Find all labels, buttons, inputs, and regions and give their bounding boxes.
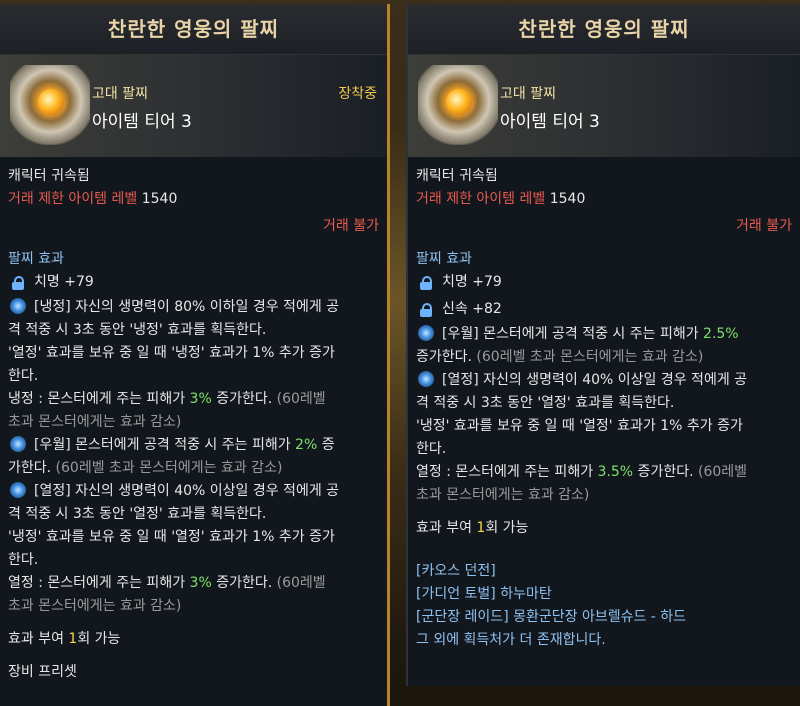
effect-icon [10, 436, 26, 452]
effects-header: 팔찌 효과 [8, 251, 64, 267]
lock-icon [420, 275, 432, 290]
item-header: 고대 팔찌 아이템 티어 3 [408, 55, 800, 157]
effect2-line5c: 증가한다. [633, 464, 698, 480]
effect1-line5a: 냉정 : 몬스터에게 주는 피해가 [8, 391, 190, 407]
effect2-line1a: [우월] 몬스터에게 공격 적중 시 주는 피해가 [34, 437, 296, 453]
effect-icon [10, 482, 26, 498]
effect1-line1: [냉정] 자신의 생명력이 80% 이하일 경우 적에게 공 [34, 299, 340, 315]
effect1-line3: '열정' 효과를 보유 중 일 때 '냉정' 효과가 1% 추가 증가 [8, 345, 335, 361]
effect1-note: (60레벨 초과 몬스터에게는 효과 감소) [476, 349, 704, 365]
effect3-line3: '냉정' 효과를 보유 중 일 때 '열정' 효과가 1% 추가 증가 [8, 529, 335, 545]
bound-text: 캐릭터 귀속됨 [8, 168, 90, 184]
effect2-line2: 격 적중 시 3초 동안 '열정' 효과를 획득한다. [416, 395, 675, 411]
grant-label: 효과 부여 [8, 631, 69, 647]
item-name: 찬란한 영웅의 팔찌 [408, 4, 800, 55]
bracelet-icon [418, 65, 498, 145]
effect1-value: 3% [189, 391, 212, 407]
item-type: 고대 팔찌 [500, 86, 556, 102]
grant-suffix: 회 가능 [77, 631, 121, 647]
effect3-value: 3% [189, 575, 212, 591]
item-body: 캐릭터 귀속됨 거래 제한 아이템 레벨 1540 거래 불가 팔찌 효과 치명… [408, 157, 800, 652]
effect2-line3: '냉정' 효과를 보유 중 일 때 '열정' 효과가 1% 추가 증가 [416, 418, 743, 434]
source-more: 그 외에 획득처가 더 존재합니다. [416, 632, 606, 648]
effect2-line6: 초과 몬스터에게는 효과 감소) [416, 487, 590, 503]
trade-level-value: 1540 [549, 191, 586, 207]
effect2-line5a: 열정 : 몬스터에게 주는 피해가 [416, 464, 598, 480]
effect-icon [418, 371, 434, 387]
effect2-value: 2% [295, 437, 318, 453]
trade-level-label: 거래 제한 아이템 레벨 [416, 191, 546, 207]
stat-crit: 치명 +79 [442, 274, 502, 290]
item-tier: 아이템 티어 3 [92, 112, 192, 132]
item-body: 캐릭터 귀속됨 거래 제한 아이템 레벨 1540 거래 불가 팔찌 효과 치명… [0, 157, 387, 684]
effect1-line6: 초과 몬스터에게는 효과 감소) [8, 414, 182, 430]
effect3-line1: [열정] 자신의 생명력이 40% 이상일 경우 적에게 공 [34, 483, 340, 499]
grant-suffix: 회 가능 [485, 520, 529, 536]
effect1-line1a: [우월] 몬스터에게 공격 적중 시 주는 피해가 [442, 326, 704, 342]
effect3-line4: 한다. [8, 552, 39, 568]
lock-icon [420, 302, 432, 317]
tooltip-compare: 찬란한 영웅의 팔찌 고대 팔찌 아이템 티어 3 캐릭터 귀속됨 거래 제한 … [406, 4, 800, 686]
effect1-value: 2.5% [703, 326, 739, 342]
effect3-line5a: 열정 : 몬스터에게 주는 피해가 [8, 575, 190, 591]
grant-count: 1 [476, 520, 486, 536]
grant-label: 효과 부여 [416, 520, 477, 536]
effect2-value: 3.5% [597, 464, 634, 480]
source-chaos-dungeon: [카오스 던전] [416, 563, 496, 579]
effect1-line4: 한다. [8, 368, 39, 384]
effect1-line5c: 증가한다. [211, 391, 277, 407]
effect2-note: (60레벨 [697, 464, 748, 480]
stat-swift: 신속 +82 [442, 301, 502, 317]
effect1-note: (60레벨 [276, 391, 326, 407]
equipment-preset: 장비 프리셋 [8, 664, 77, 680]
equipped-badge: 장착중 [338, 86, 377, 102]
grant-count: 1 [68, 631, 78, 647]
trade-status: 거래 불가 [736, 218, 792, 234]
stat-crit: 치명 +79 [34, 274, 94, 290]
source-legion-raid: [군단장 레이드] 몽환군단장 아브렐슈드 - 하드 [416, 609, 687, 625]
effect3-note: (60레벨 [276, 575, 326, 591]
effect2-note: (60레벨 초과 몬스터에게는 효과 감소) [55, 460, 283, 476]
effect3-line6: 초과 몬스터에게는 효과 감소) [8, 598, 182, 614]
item-header: 고대 팔찌 아이템 티어 3 장착중 [0, 55, 387, 157]
trade-level-value: 1540 [141, 191, 178, 207]
effect1-line2: 격 적중 시 3초 동안 '냉정' 효과를 획득한다. [8, 322, 267, 338]
effect-icon [10, 298, 26, 314]
tooltip-equipped: 찬란한 영웅의 팔찌 고대 팔찌 아이템 티어 3 장착중 캐릭터 귀속됨 거래… [0, 4, 390, 706]
effect2-line1: [열정] 자신의 생명력이 40% 이상일 경우 적에게 공 [442, 372, 748, 388]
source-guardian-raid: [가디언 토벌] 하누마탄 [416, 586, 552, 602]
effect2-line2a: 가한다. [8, 460, 56, 476]
trade-status: 거래 불가 [323, 218, 379, 234]
effect-icon [418, 325, 434, 341]
effect1-line2a: 증가한다. [416, 349, 477, 365]
effect2-line1c: 증 [317, 437, 335, 453]
effect3-line5c: 증가한다. [211, 575, 277, 591]
trade-level-label: 거래 제한 아이템 레벨 [8, 191, 138, 207]
effect3-line2: 격 적중 시 3초 동안 '열정' 효과를 획득한다. [8, 506, 267, 522]
bracelet-icon [10, 65, 90, 145]
lock-icon [12, 275, 24, 290]
item-tier: 아이템 티어 3 [500, 112, 600, 132]
effects-header: 팔찌 효과 [416, 251, 472, 267]
effect2-line4: 한다. [416, 441, 447, 457]
item-type: 고대 팔찌 [92, 86, 148, 102]
bound-text: 캐릭터 귀속됨 [416, 168, 498, 184]
item-name: 찬란한 영웅의 팔찌 [0, 4, 387, 55]
